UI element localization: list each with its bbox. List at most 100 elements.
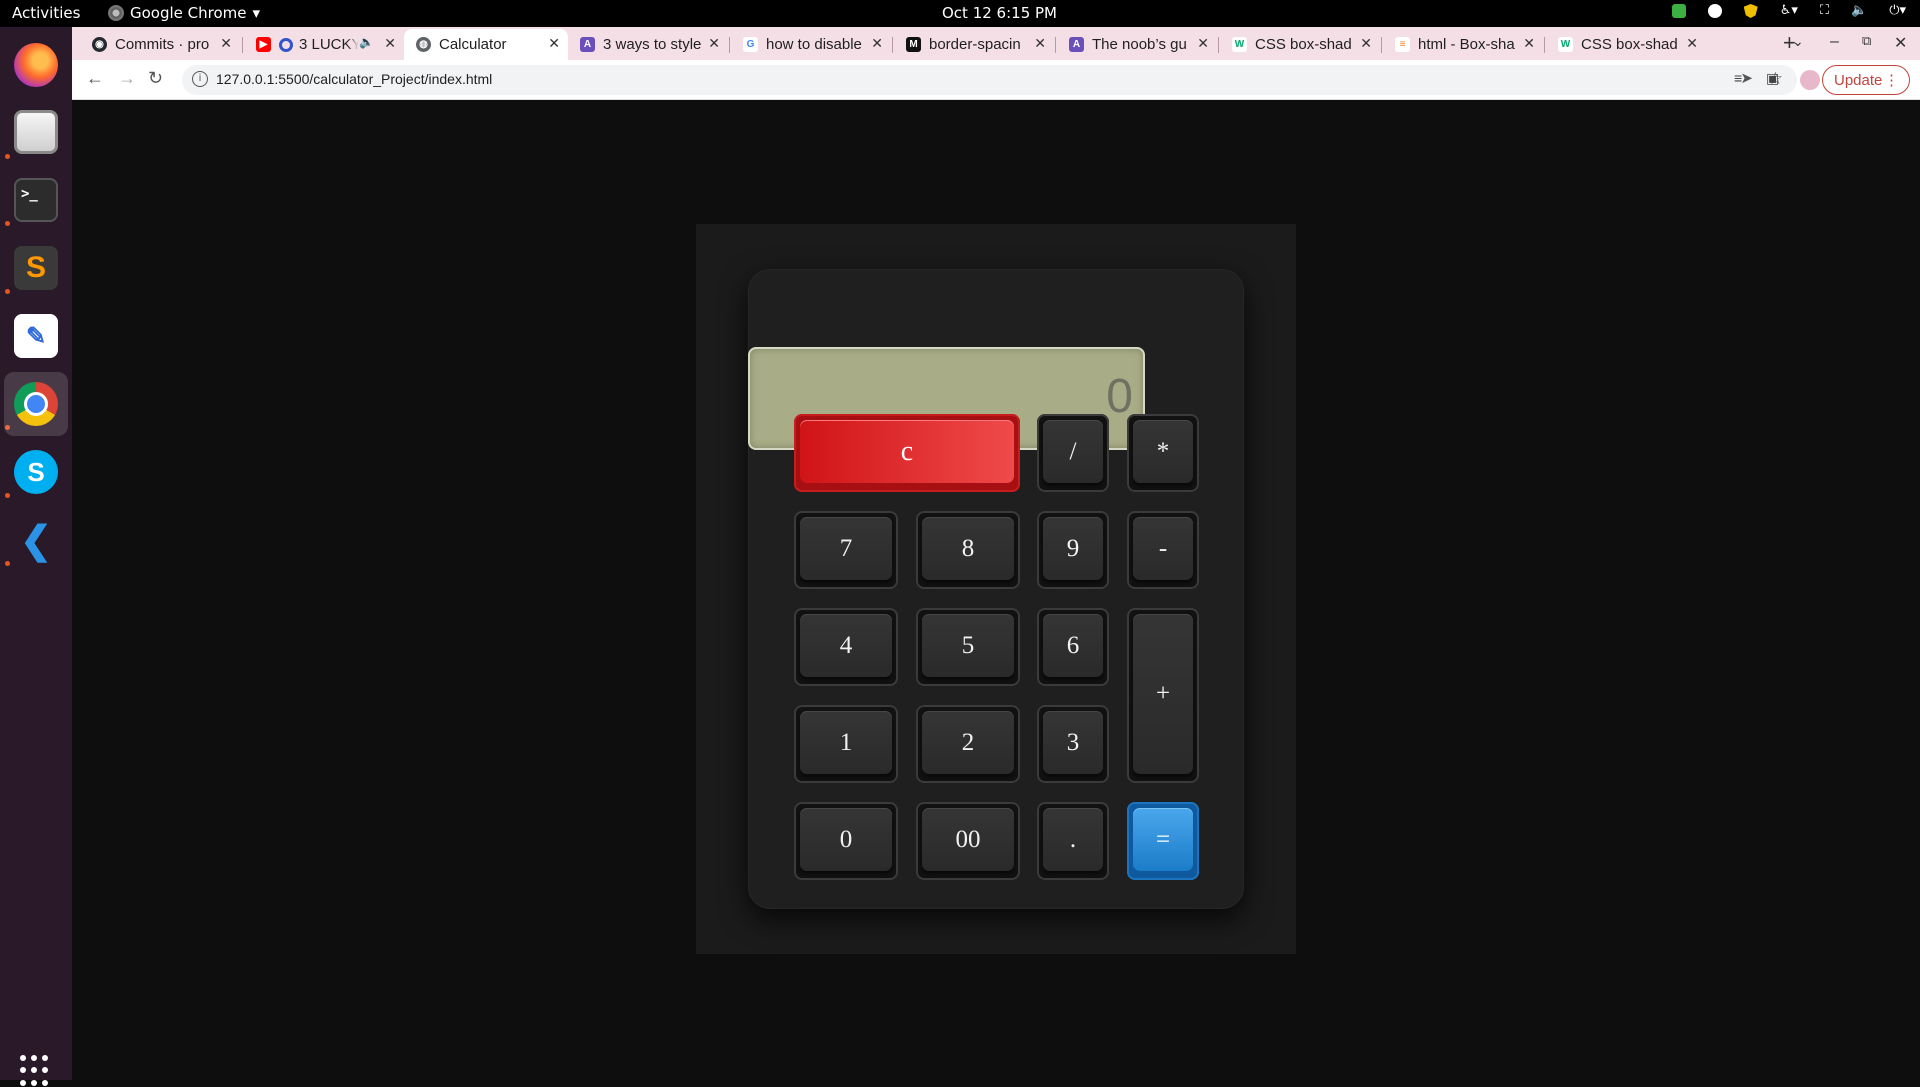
tab-html-box-shadow[interactable]: ≡ html - Box-sha ✕ [1383,29,1543,60]
power-icon[interactable]: ⏻▾ [1889,4,1906,18]
accessibility-icon[interactable]: ♿▾ [1780,4,1798,18]
update-button[interactable]: Update ⋮ [1822,65,1910,95]
digit-8-button[interactable]: 8 [916,511,1020,589]
volume-icon[interactable]: 🔈 [1851,4,1867,18]
speaker-icon[interactable]: 🔈 [359,35,374,49]
close-icon[interactable]: ✕ [220,35,232,52]
tab-commits[interactable]: ◉ Commits · pro ✕ [80,29,240,60]
text-editor-icon: ✎ [14,314,58,358]
tab-calculator[interactable]: ◍ Calculator ✕ [404,29,568,60]
dock-item-text-editor[interactable]: ✎ [4,304,68,368]
digit-1-button[interactable]: 1 [794,705,898,783]
page-content: 0 c / * 7 8 9 - 4 5 6 + 1 2 3 0 00 . = [72,100,1920,1080]
digit-label: 8 [922,517,1014,580]
dock: >_ S ✎ S ❮ [0,27,72,1086]
vscode-icon: ❮ [20,519,52,562]
tab-how-to-disable[interactable]: G how to disable ✕ [731,29,891,60]
globe-icon: ◍ [416,37,431,52]
digit-label: 2 [922,711,1014,774]
minus-button[interactable]: - [1127,511,1199,589]
digit-9-button[interactable]: 9 [1037,511,1109,589]
restore-icon[interactable]: ⧉ [1862,33,1871,49]
skype-icon: S [14,450,58,494]
stackoverflow-icon: ≡ [1395,37,1410,52]
divide-button[interactable]: / [1037,414,1109,492]
dock-item-files[interactable] [4,100,68,164]
decimal-button[interactable]: . [1037,802,1109,880]
divide-label: / [1043,420,1103,483]
multiply-button[interactable]: * [1127,414,1199,492]
digit-2-button[interactable]: 2 [916,705,1020,783]
digit-label: 9 [1043,517,1103,580]
equals-label: = [1133,808,1193,871]
forward-icon[interactable]: → [118,68,136,89]
update-label: Update [1834,71,1883,89]
activities-button[interactable]: Activities [12,4,80,22]
reload-icon[interactable]: ↻ [148,68,163,89]
close-icon[interactable]: ✕ [1360,35,1372,52]
clock[interactable]: Oct 12 6:15 PM [942,4,1057,22]
dock-item-vscode[interactable]: ❮ [4,508,68,572]
digit-4-button[interactable]: 4 [794,608,898,686]
digit-label: 3 [1043,711,1103,774]
close-window-icon[interactable]: ✕ [1894,33,1907,53]
digit-label: 00 [922,808,1014,871]
tab-search-icon[interactable]: ⌄ [1792,33,1804,50]
close-icon[interactable]: ✕ [1034,35,1046,52]
site-info-icon[interactable]: i [192,71,208,87]
shield-icon[interactable] [1743,4,1758,18]
url-text[interactable]: 127.0.0.1:5500/calculator_Project/index.… [216,71,492,87]
tab-youtube[interactable]: ▶ 3 LUCKY 🔈 ✕ [244,29,404,60]
multiply-label: * [1133,420,1193,483]
tab-strip: ◉ Commits · pro ✕ ▶ 3 LUCKY 🔈 ✕ ◍ Calcul… [72,27,1920,60]
digit-label: 1 [800,711,892,774]
profile-avatar[interactable] [1800,70,1820,90]
digit-6-button[interactable]: 6 [1037,608,1109,686]
dock-item-terminal[interactable]: >_ [4,168,68,232]
system-top-bar: Activities Google Chrome ▾ Oct 12 6:15 P… [0,0,1920,27]
chevron-down-icon: ▾ [252,4,261,22]
close-icon[interactable]: ✕ [708,35,720,52]
digit-7-button[interactable]: 7 [794,511,898,589]
equals-button[interactable]: = [1127,802,1199,880]
tab-css-box-shadow-2[interactable]: W CSS box-shad ✕ [1546,29,1706,60]
dock-item-sublime[interactable]: S [4,236,68,300]
reading-list-icon[interactable]: ≡ [1734,70,1752,88]
mdn-icon: M [906,37,921,52]
clear-button[interactable]: c [794,414,1020,492]
close-icon[interactable]: ✕ [1686,35,1698,52]
close-icon[interactable]: ✕ [1523,35,1535,52]
google-icon: G [743,37,758,52]
dock-item-firefox[interactable] [4,33,68,97]
digit-0-button[interactable]: 0 [794,802,898,880]
chrome-icon [14,382,58,426]
close-icon[interactable]: ✕ [1197,35,1209,52]
github-icon: ◉ [92,37,107,52]
tab-css-box-shadow[interactable]: W CSS box-shad ✕ [1220,29,1380,60]
youtube-icon: ▶ [256,37,271,52]
back-icon[interactable]: ← [86,68,104,89]
digit-5-button[interactable]: 5 [916,608,1020,686]
minimize-icon[interactable]: – [1830,33,1839,51]
network-icon[interactable]: ⛶ [1820,4,1829,18]
app-menu[interactable]: Google Chrome ▾ [108,4,260,22]
show-applications-icon[interactable] [20,1055,52,1087]
dock-item-chrome[interactable] [4,372,68,436]
side-panel-icon[interactable]: ▣ [1766,70,1784,88]
calculator-container: 0 c / * 7 8 9 - 4 5 6 + 1 2 3 0 00 . = [696,224,1296,954]
close-icon[interactable]: ✕ [548,35,560,52]
plus-button[interactable]: + [1127,608,1199,783]
digit-label: 7 [800,517,892,580]
extension-status-icon[interactable] [1671,4,1686,18]
close-icon[interactable]: ✕ [871,35,883,52]
address-bar[interactable]: i 127.0.0.1:5500/calculator_Project/inde… [182,65,1797,95]
digit-3-button[interactable]: 3 [1037,705,1109,783]
tab-border-spacing[interactable]: M border-spacin ✕ [894,29,1054,60]
tab-noobs-guide[interactable]: A The noob’s gu ✕ [1057,29,1217,60]
double-zero-button[interactable]: 00 [916,802,1020,880]
dock-item-skype[interactable]: S [4,440,68,504]
tab-3-ways-to-style[interactable]: A 3 ways to style ✕ [568,29,728,60]
tray-app-icon[interactable] [1707,4,1722,18]
files-icon [14,110,58,154]
close-icon[interactable]: ✕ [384,35,396,52]
